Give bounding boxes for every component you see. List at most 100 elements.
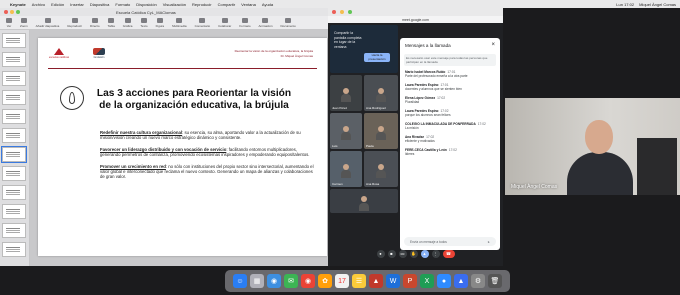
slide-thumbnail[interactable] xyxy=(2,242,26,257)
toolbar-shape[interactable]: Figura xyxy=(156,17,164,28)
menu-item[interactable]: Ventana xyxy=(241,2,256,7)
participant-tile[interactable]: Juan Pérez xyxy=(330,75,362,111)
powerpoint-icon[interactable]: P xyxy=(403,274,417,288)
toolbar-comment[interactable]: Comentario xyxy=(195,17,210,28)
safari-icon[interactable]: ◉ xyxy=(267,274,281,288)
toolbar-play[interactable]: Reproducir xyxy=(67,17,82,28)
slide-thumbnail[interactable] xyxy=(2,185,26,200)
zoom-button[interactable] xyxy=(348,10,352,14)
menu-item[interactable]: Diapositiva xyxy=(90,2,110,7)
play-icon xyxy=(71,17,78,23)
screen-share-tile[interactable]: Compartir la pantalla completa en lugar … xyxy=(330,25,398,73)
slide-thumbnail[interactable] xyxy=(2,223,26,238)
escuelas-catolicas-logo: escuelas católicas xyxy=(48,48,70,64)
calendar-icon[interactable]: 17 xyxy=(335,274,349,288)
participant-tile[interactable]: Ana Rodríguez xyxy=(364,75,398,111)
camera-icon[interactable]: ■ xyxy=(387,249,396,258)
notes-icon[interactable]: ☰ xyxy=(352,274,366,288)
excel-icon[interactable]: X xyxy=(420,274,434,288)
toolbar-zoom[interactable]: Zoom xyxy=(20,17,28,28)
menu-item[interactable]: Visualización xyxy=(163,2,186,7)
captions-icon[interactable]: cc xyxy=(398,249,407,258)
animate-icon xyxy=(262,17,269,23)
present-button[interactable]: Hazla la presentación xyxy=(364,53,390,62)
chat-panel: Mensajes a la llamada × Es necesario usa… xyxy=(400,38,500,250)
keynote-icon[interactable]: ▲ xyxy=(454,274,468,288)
chat-input[interactable]: Envía un mensaje a todos ➤ xyxy=(404,237,496,246)
chat-notice: Es necesario usar este mensaje para toda… xyxy=(404,54,496,66)
menu-item[interactable]: Compartir xyxy=(218,2,236,7)
minimize-button[interactable] xyxy=(340,10,344,14)
toolbar-collaborate[interactable]: Colaborar xyxy=(218,17,231,28)
system-preferences-icon[interactable]: ⚙ xyxy=(471,274,485,288)
end-call-button[interactable]: ☎ xyxy=(442,249,455,258)
slide-canvas[interactable]: escuelas católicas fundación Reorientar … xyxy=(38,38,327,256)
toolbar-view[interactable]: Ver xyxy=(6,17,12,28)
toolbar-media[interactable]: Multimedia xyxy=(172,17,187,28)
zoom-icon xyxy=(20,17,27,23)
raise-hand-icon[interactable]: ✋ xyxy=(409,249,418,258)
toolbar-document[interactable]: Documento xyxy=(281,17,296,28)
slide-thumbnail[interactable] xyxy=(2,52,26,67)
slide-thumbnail[interactable] xyxy=(2,109,26,124)
menu-item[interactable]: Reproducir xyxy=(192,2,212,7)
slide-thumbnail[interactable] xyxy=(2,204,26,219)
photos-icon[interactable]: ✿ xyxy=(318,274,332,288)
menu-bar: Keynote Archivo Edición Insertar Diaposi… xyxy=(0,0,680,8)
menu-item[interactable]: Archivo xyxy=(32,2,45,7)
participant-tile[interactable]: Paula xyxy=(364,113,398,149)
toolbar-chart[interactable]: Gráfica xyxy=(123,17,132,28)
zoom-button[interactable] xyxy=(16,10,20,14)
messages-icon[interactable]: ✉ xyxy=(284,274,298,288)
trash-icon[interactable]: 🗑 xyxy=(488,274,502,288)
toolbar-format[interactable]: Formato xyxy=(239,17,250,28)
close-chat-icon[interactable]: × xyxy=(491,42,495,48)
finder-icon[interactable]: ☺ xyxy=(233,274,247,288)
participant-tile[interactable]: Ana Rosa xyxy=(364,151,398,187)
collaborate-icon xyxy=(221,17,228,23)
toolbar-animate[interactable]: Animación xyxy=(258,17,273,28)
more-options-icon[interactable]: ⋮ xyxy=(431,249,440,258)
menu-item[interactable]: Formato xyxy=(115,2,130,7)
menu-item[interactable]: Keynote xyxy=(10,2,26,7)
slide-navigator xyxy=(0,30,30,266)
close-button[interactable] xyxy=(332,10,336,14)
menu-item[interactable]: Insertar xyxy=(70,2,84,7)
acrobat-icon[interactable]: ▲ xyxy=(369,274,383,288)
table-icon xyxy=(108,17,115,23)
send-icon[interactable]: ➤ xyxy=(487,240,490,244)
browser-tabs xyxy=(328,8,503,16)
toolbar-table[interactable]: Tabla xyxy=(108,17,115,28)
share-notice: Compartir la pantalla completa en lugar … xyxy=(334,31,362,49)
address-bar[interactable]: meet.google.com xyxy=(328,16,503,23)
window-title: Escuela Católica CyL_MACiomas xyxy=(116,9,176,15)
toolbar-live[interactable]: Directo xyxy=(90,17,100,28)
menu-item[interactable]: Ayuda xyxy=(262,2,273,7)
slide-thumbnail[interactable] xyxy=(2,128,26,143)
minimize-button[interactable] xyxy=(10,10,14,14)
user-name[interactable]: Miquel Àngel Comas xyxy=(639,2,676,7)
zoom-app-icon[interactable]: ● xyxy=(437,274,451,288)
format-icon xyxy=(241,17,248,23)
chrome-icon[interactable]: ◉ xyxy=(301,274,315,288)
slide-title: Las 3 acciones para Reorientar la visión… xyxy=(96,88,292,111)
participant-tile[interactable] xyxy=(330,189,398,213)
participant-tile[interactable]: Luis xyxy=(330,113,362,149)
participant-tile[interactable]: Carmen xyxy=(330,151,362,187)
present-icon[interactable]: ▲ xyxy=(420,249,429,258)
slide-thumbnail[interactable] xyxy=(2,166,26,181)
slide-thumbnail-selected[interactable] xyxy=(1,146,27,163)
toolbar-text[interactable]: Texto xyxy=(140,17,148,28)
slide-thumbnail[interactable] xyxy=(2,90,26,105)
menu-item[interactable]: Disposición xyxy=(136,2,156,7)
window-titlebar: Escuela Católica CyL_MACiomas xyxy=(0,8,328,16)
word-icon[interactable]: W xyxy=(386,274,400,288)
toolbar-add-slide[interactable]: Añadir diapositiva xyxy=(36,17,59,28)
close-button[interactable] xyxy=(4,10,8,14)
clock: Lun 17:02 xyxy=(616,1,635,7)
launchpad-icon[interactable]: ▦ xyxy=(250,274,264,288)
slide-thumbnail[interactable] xyxy=(2,33,26,48)
slide-thumbnail[interactable] xyxy=(2,71,26,86)
mic-icon[interactable]: ● xyxy=(376,249,385,258)
menu-item[interactable]: Edición xyxy=(51,2,64,7)
